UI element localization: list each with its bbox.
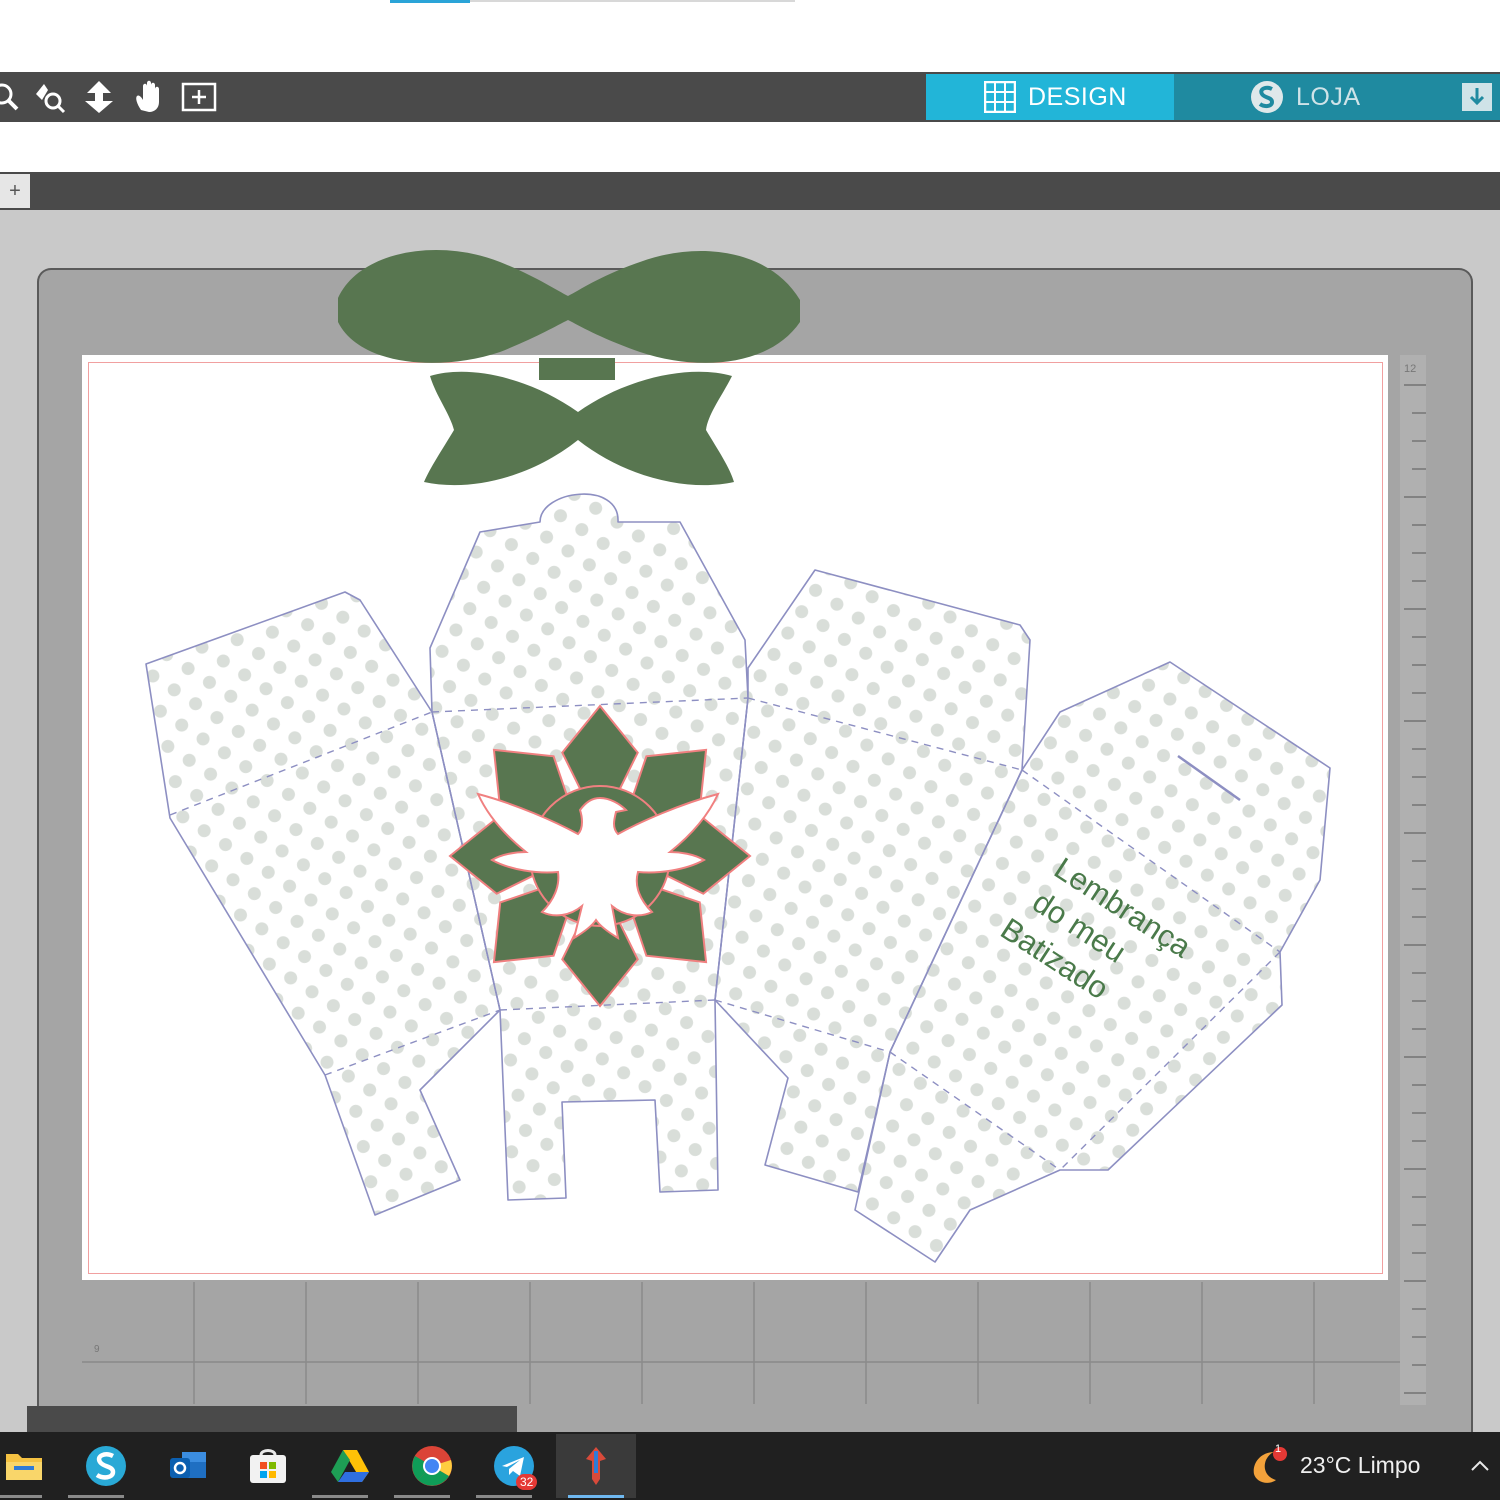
weather-badge: 1 xyxy=(1275,1443,1282,1455)
pin-app-icon xyxy=(586,1447,606,1485)
tab-loja-label: LOJA xyxy=(1296,82,1361,111)
taskbar-file-explorer[interactable] xyxy=(0,1434,64,1498)
tab-strip-line xyxy=(470,0,795,2)
vertical-ruler: 12 xyxy=(1400,355,1426,1405)
taskbar: 32 1 23°C Limpo xyxy=(0,1432,1500,1500)
cut-border xyxy=(88,362,1383,1274)
toolbar: DESIGN LOJA xyxy=(0,72,1500,122)
mat-grid-label: 9 xyxy=(94,1344,100,1355)
pan-hand-icon[interactable] xyxy=(130,78,168,116)
options-bar xyxy=(0,122,1500,172)
active-tab-underline xyxy=(390,0,470,3)
folder-icon xyxy=(6,1454,42,1480)
taskbar-pinned-app[interactable] xyxy=(556,1434,636,1498)
silhouette-s-icon xyxy=(1250,80,1284,114)
tab-loja[interactable]: LOJA xyxy=(1174,74,1454,120)
download-icon xyxy=(1462,83,1492,111)
add-document-button[interactable]: + xyxy=(0,174,30,208)
top-bar xyxy=(0,0,1500,72)
drive-icon xyxy=(331,1450,369,1482)
workspace[interactable]: 9 12 xyxy=(0,210,1500,1450)
download-tab[interactable] xyxy=(1454,74,1500,120)
mat-grid xyxy=(82,1282,1422,1404)
taskbar-outlook[interactable] xyxy=(148,1434,228,1498)
weather-moon-icon xyxy=(1253,1447,1287,1483)
tab-design[interactable]: DESIGN xyxy=(926,74,1174,120)
taskbar-google-drive[interactable] xyxy=(310,1434,390,1498)
taskbar-chrome[interactable] xyxy=(392,1434,472,1498)
taskbar-store[interactable] xyxy=(228,1434,308,1498)
silhouette-s-icon xyxy=(86,1446,126,1486)
zoom-select-icon[interactable] xyxy=(30,78,68,116)
telegram-badge: 32 xyxy=(516,1474,538,1490)
document-tab-bar: + xyxy=(0,172,1500,210)
fit-page-icon[interactable] xyxy=(180,78,218,116)
chevron-up-icon[interactable] xyxy=(1468,1454,1492,1478)
grid-icon xyxy=(984,81,1016,113)
horizontal-scrollbar[interactable] xyxy=(27,1406,517,1432)
zoom-icon[interactable] xyxy=(0,78,24,116)
weather-text: 23°C Limpo xyxy=(1300,1452,1421,1478)
tab-design-label: DESIGN xyxy=(1028,82,1127,111)
taskbar-silhouette-studio[interactable] xyxy=(66,1434,146,1498)
move-down-icon[interactable] xyxy=(80,78,118,116)
chrome-icon xyxy=(412,1446,452,1486)
taskbar-telegram[interactable]: 32 xyxy=(474,1434,554,1498)
outlook-icon xyxy=(170,1452,206,1478)
store-icon xyxy=(250,1449,286,1483)
